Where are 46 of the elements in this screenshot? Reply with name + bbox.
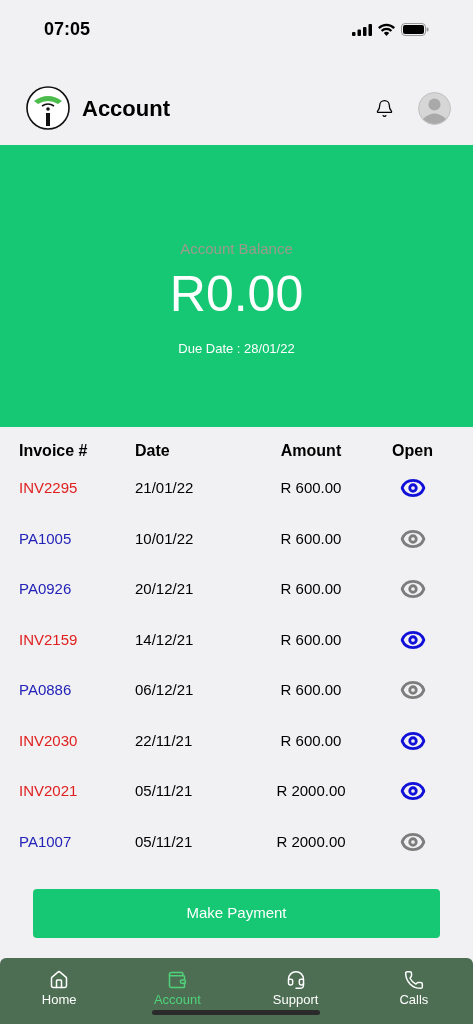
- amount-cell-text: R 600.00: [279, 528, 343, 549]
- tab-item[interactable]: Support: [236, 958, 355, 1024]
- column-header: Date: [135, 441, 171, 461]
- date-cell-text: 10/01/22: [135, 528, 195, 549]
- amount-cell-text: R 2000.00: [275, 781, 347, 801]
- column-header: Open: [391, 441, 434, 461]
- wallet-icon: [167, 970, 188, 990]
- column-header: Amount: [279, 441, 343, 461]
- phone-icon: [403, 970, 424, 990]
- tab-item[interactable]: Home: [0, 958, 119, 1024]
- date-cell-text: 05/11/21: [135, 781, 194, 801]
- status-time: 07:05: [44, 18, 91, 41]
- tab-item[interactable]: Calls: [354, 958, 473, 1024]
- amount-cell-text: R 600.00: [279, 730, 343, 751]
- page-title: Account: [82, 94, 170, 123]
- due-date: Due Date : 28/01/22: [178, 339, 295, 358]
- column-header: Invoice #: [19, 441, 89, 461]
- invoice-number[interactable]: INV2030: [19, 729, 135, 752]
- amount-cell-text: R 600.00: [279, 680, 343, 700]
- amount-cell-text: R 600.00: [279, 629, 343, 650]
- amount-cell-text: R 2000.00: [275, 831, 347, 852]
- invoice-number[interactable]: INV2295: [19, 477, 135, 500]
- date-cell-text: 06/12/21: [135, 680, 195, 700]
- invoice-number[interactable]: INV2021: [19, 780, 135, 803]
- amount-cell-text: R 600.00: [279, 579, 343, 599]
- date-cell-text: 05/11/21: [135, 831, 194, 852]
- date-cell-text: 22/11/21: [135, 730, 194, 751]
- date-cell-text: 20/12/21: [135, 579, 195, 599]
- notification-bell-icon[interactable]: [375, 98, 394, 118]
- invoice-number[interactable]: PA0926: [19, 578, 135, 601]
- battery-icon: [401, 23, 429, 36]
- date-cell-text: 14/12/21: [135, 629, 195, 650]
- amount-cell-text: R 600.00: [279, 478, 343, 498]
- logo-icon: [26, 86, 70, 130]
- invoice-number[interactable]: PA1005: [19, 527, 135, 550]
- support-icon: [285, 970, 306, 990]
- date-cell-text: 21/01/22: [135, 478, 195, 498]
- wifi-icon: [378, 23, 395, 36]
- signal-icon: [352, 23, 372, 36]
- invoice-number[interactable]: INV2159: [19, 628, 135, 651]
- tab-item[interactable]: Account: [118, 958, 237, 1024]
- balance-amount: R0.00: [169, 268, 304, 319]
- home-icon: [49, 970, 70, 990]
- balance-label: Account Balance: [180, 239, 293, 259]
- invoice-number[interactable]: PA0886: [19, 679, 135, 702]
- invoice-number[interactable]: PA1007: [19, 830, 135, 853]
